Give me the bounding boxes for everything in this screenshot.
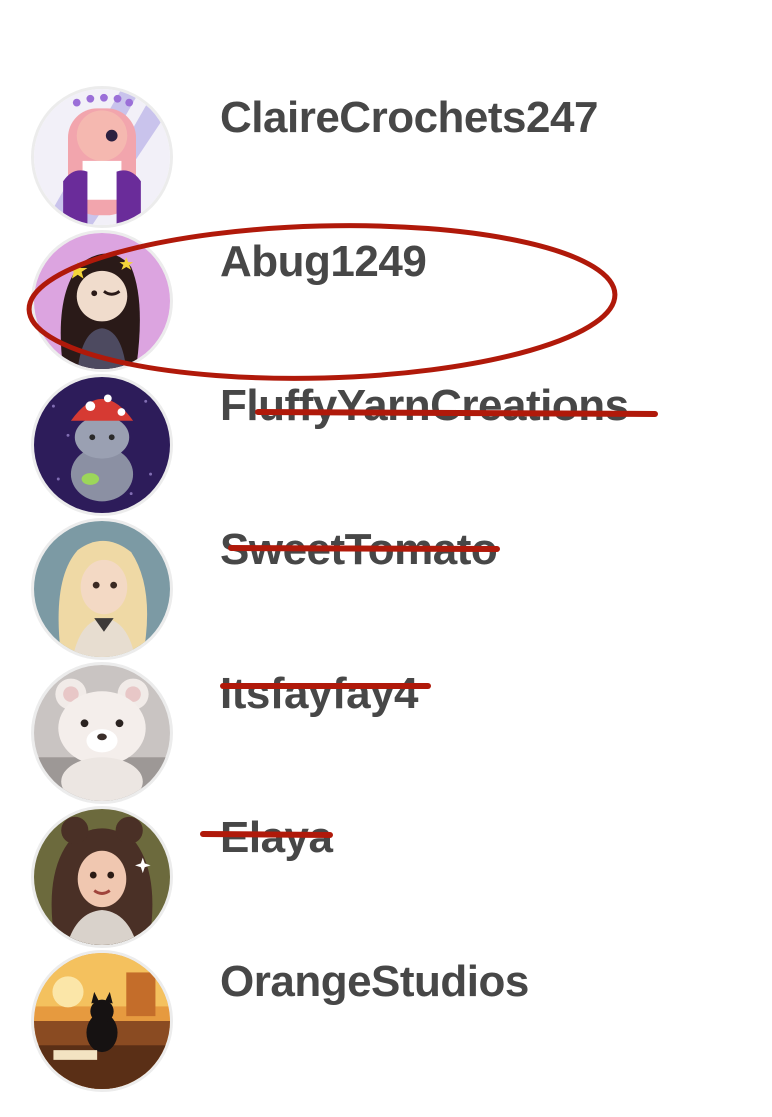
username[interactable]: FluffyYarnCreations [220, 384, 629, 428]
username[interactable]: SweetTomato [220, 528, 498, 572]
user-row[interactable]: Abug1249 [0, 230, 772, 374]
username[interactable]: Elaya [220, 816, 333, 860]
curly-hair-girl-avatar-icon[interactable] [31, 806, 173, 948]
user-list: ClaireCrochets247 Abug1249 FluffyYarnCre… [0, 0, 772, 1117]
username[interactable]: OrangeStudios [220, 960, 529, 1004]
black-cat-sunset-avatar-icon[interactable] [31, 950, 173, 1092]
user-row[interactable]: Elaya [0, 806, 772, 950]
user-row[interactable]: FluffyYarnCreations [0, 374, 772, 518]
user-row[interactable]: SweetTomato [0, 518, 772, 662]
teddy-bear-avatar-icon[interactable] [31, 662, 173, 804]
user-row[interactable]: OrangeStudios [0, 950, 772, 1094]
user-row[interactable]: Itsfayfay4 [0, 662, 772, 806]
girl-dark-hair-pink-bg-avatar-icon[interactable] [31, 230, 173, 372]
user-row[interactable]: ClaireCrochets247 [0, 86, 772, 230]
username[interactable]: ClaireCrochets247 [220, 96, 598, 140]
blonde-girl-avatar-icon[interactable] [31, 518, 173, 660]
girl-pink-hair-avatar-icon[interactable] [31, 86, 173, 228]
username[interactable]: Itsfayfay4 [220, 672, 419, 716]
cat-mushroom-hat-avatar-icon[interactable] [31, 374, 173, 516]
username[interactable]: Abug1249 [220, 240, 427, 284]
